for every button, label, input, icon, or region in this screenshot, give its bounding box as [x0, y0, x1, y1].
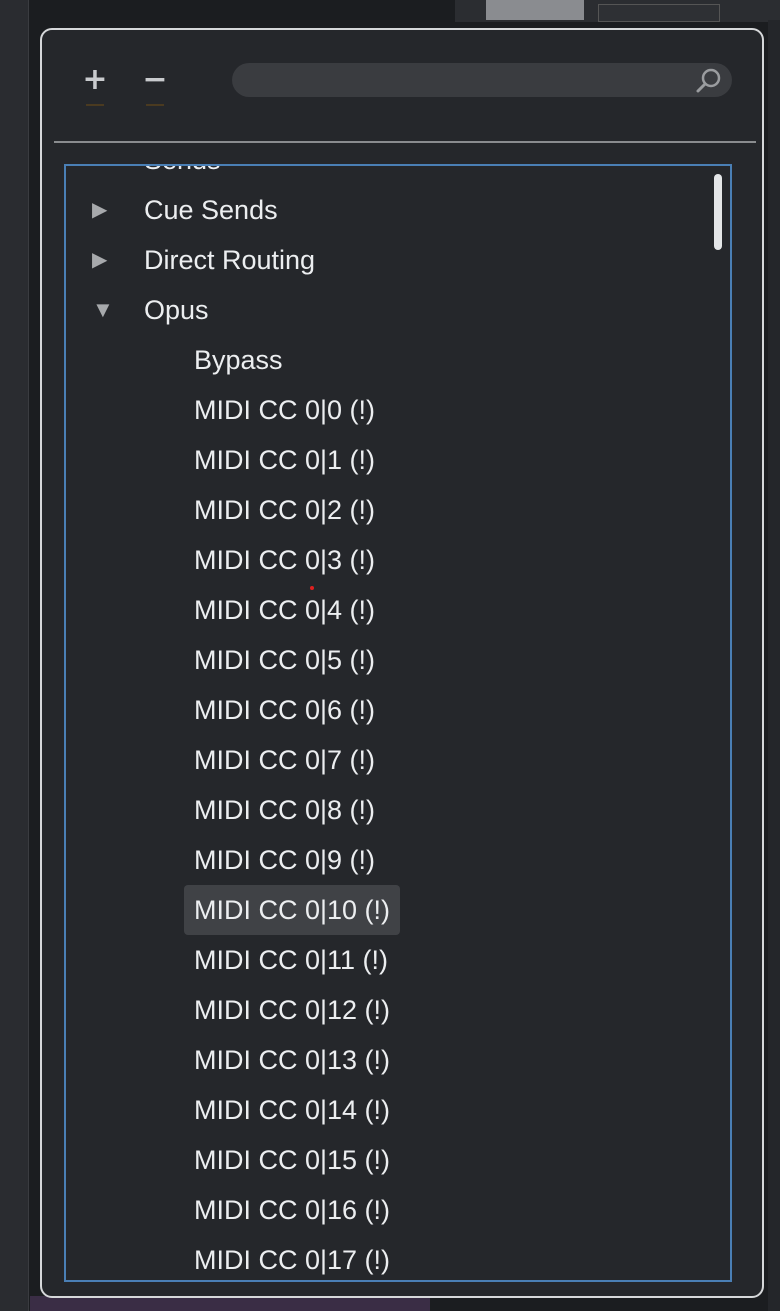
search-input[interactable] — [246, 63, 680, 99]
tree-item[interactable]: MIDI CC 0|6 (!) — [66, 685, 730, 735]
background-panel-left — [0, 0, 29, 1311]
tree-item-label: MIDI CC 0|9 (!) — [194, 845, 376, 875]
tree-item-selected[interactable]: MIDI CC 0|10 (!) — [66, 885, 730, 935]
cursor-marker — [310, 586, 314, 590]
search-field[interactable] — [232, 63, 732, 99]
tree-item-label: Bypass — [194, 345, 283, 375]
tree-item-label: MIDI CC 0|4 (!) — [194, 595, 376, 625]
tree-item[interactable]: MIDI CC 0|2 (!) — [66, 485, 730, 535]
background-block — [486, 0, 584, 20]
tree-item[interactable]: MIDI CC 0|4 (!) — [66, 585, 730, 635]
tree-item[interactable]: MIDI CC 0|1 (!) — [66, 435, 730, 485]
tree-item-label: MIDI CC 0|2 (!) — [194, 495, 376, 525]
tree-item-label: MIDI CC 0|7 (!) — [194, 745, 376, 775]
parameter-tree[interactable]: Sends ▶ Cue Sends ▶ Direct Routing ▼ Opu… — [64, 164, 732, 1282]
tree-group-opus[interactable]: ▼ Opus — [66, 285, 730, 335]
scrollbar-thumb[interactable] — [714, 174, 722, 250]
tree-item[interactable]: MIDI CC 0|12 (!) — [66, 985, 730, 1035]
tree-item[interactable]: MIDI CC 0|8 (!) — [66, 785, 730, 835]
tree-item-label: MIDI CC 0|1 (!) — [194, 445, 376, 475]
tree-item-label: MIDI CC 0|11 (!) — [194, 945, 389, 975]
tree-item-label: MIDI CC 0|13 (!) — [194, 1045, 391, 1075]
tree-item-label: MIDI CC 0|16 (!) — [194, 1195, 391, 1225]
search-icon[interactable] — [694, 66, 724, 96]
tree-rows: Sends ▶ Cue Sends ▶ Direct Routing ▼ Opu… — [66, 166, 730, 1280]
tree-item-label: MIDI CC 0|12 (!) — [194, 995, 391, 1025]
tree-item[interactable]: MIDI CC 0|13 (!) — [66, 1035, 730, 1085]
triangle-right-icon[interactable]: ▶ — [92, 185, 116, 235]
tree-group-label: Cue Sends — [144, 195, 278, 225]
tree-group-label: Sends — [144, 166, 221, 185]
tree-group-direct-routing[interactable]: ▶ Direct Routing — [66, 235, 730, 285]
tree-item[interactable]: MIDI CC 0|7 (!) — [66, 735, 730, 785]
background-track — [30, 1296, 430, 1311]
tree-item[interactable]: MIDI CC 0|0 (!) — [66, 385, 730, 435]
triangle-right-icon[interactable]: ▶ — [92, 235, 116, 285]
tree-group-partial[interactable]: Sends — [66, 166, 730, 185]
tree-item[interactable]: MIDI CC 0|16 (!) — [66, 1185, 730, 1235]
parameter-picker-popup: + − Sends ▶ Cue Sends ▶ Direct Routing — [40, 28, 764, 1298]
tree-group-label: Opus — [144, 295, 209, 325]
tree-item-label: MIDI CC 0|10 (!) — [184, 885, 401, 935]
tree-group-cue-sends[interactable]: ▶ Cue Sends — [66, 185, 730, 235]
toolbar-divider — [54, 141, 756, 143]
tree-item[interactable]: MIDI CC 0|3 (!) — [66, 535, 730, 585]
tree-group-label: Direct Routing — [144, 245, 316, 275]
tree-item[interactable]: MIDI CC 0|15 (!) — [66, 1135, 730, 1185]
expand-all-button[interactable]: + — [78, 60, 112, 106]
tree-item[interactable]: MIDI CC 0|9 (!) — [66, 835, 730, 885]
triangle-down-icon[interactable]: ▼ — [92, 285, 116, 335]
collapse-all-button[interactable]: − — [138, 60, 172, 106]
tree-item[interactable]: MIDI CC 0|11 (!) — [66, 935, 730, 985]
tree-item[interactable]: MIDI CC 0|5 (!) — [66, 635, 730, 685]
tree-item-label: MIDI CC 0|17 (!) — [194, 1245, 391, 1275]
tree-item-label: MIDI CC 0|5 (!) — [194, 645, 376, 675]
tree-item-label: MIDI CC 0|0 (!) — [194, 395, 376, 425]
background-panel-right — [768, 20, 780, 1311]
background-field — [598, 4, 720, 22]
picker-toolbar: + − — [42, 30, 762, 142]
tree-item-label: MIDI CC 0|8 (!) — [194, 795, 376, 825]
tree-item[interactable]: Bypass — [66, 335, 730, 385]
tree-item[interactable]: MIDI CC 0|17 (!) — [66, 1235, 730, 1280]
tree-item[interactable]: MIDI CC 0|14 (!) — [66, 1085, 730, 1135]
tree-item-label: MIDI CC 0|6 (!) — [194, 695, 376, 725]
tree-item-label: MIDI CC 0|3 (!) — [194, 545, 376, 575]
tree-item-label: MIDI CC 0|14 (!) — [194, 1095, 391, 1125]
tree-item-label: MIDI CC 0|15 (!) — [194, 1145, 391, 1175]
